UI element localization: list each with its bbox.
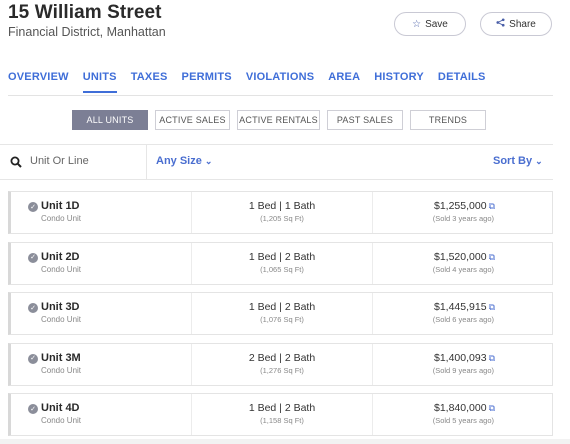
unit-type: Condo Unit xyxy=(41,365,82,375)
external-link-icon[interactable]: ⧉ xyxy=(489,353,495,363)
unit-price-value: $1,520,000 xyxy=(434,250,487,263)
column-divider xyxy=(372,242,373,284)
unit-type: Condo Unit xyxy=(41,416,82,425)
unit-name: Unit 4D xyxy=(41,402,80,414)
star-icon: ☆ xyxy=(412,18,422,30)
unit-beds-baths: 1 Bed | 1 Bath xyxy=(248,200,316,212)
unit-sold-date: (Sold 3 years ago) xyxy=(432,214,494,223)
check-circle-icon: ✓ xyxy=(28,353,38,364)
filter-trends[interactable]: TRENDS xyxy=(410,110,486,130)
filter-past-sales[interactable]: PAST SALES xyxy=(327,110,403,130)
unit-row[interactable]: ✓ Unit 2D Condo Unit 1 Bed | 2 Bath (1,0… xyxy=(8,241,553,285)
unit-row[interactable]: ✓ Unit 1D Condo Unit 1 Bed | 1 Bath (1,2… xyxy=(8,191,553,234)
unit-price: $1,445,915 ⧉ xyxy=(434,301,495,313)
check-circle-icon: ✓ xyxy=(28,202,38,212)
filter-all-units[interactable]: ALL UNITS xyxy=(72,110,148,130)
external-link-icon[interactable]: ⧉ xyxy=(489,252,495,262)
chevron-down-icon: ⌄ xyxy=(204,156,213,166)
filter-active-sales[interactable]: ACTIVE SALES xyxy=(155,110,230,130)
tab-taxes[interactable]: TAXES xyxy=(131,71,168,93)
tab-bar: OVERVIEW UNITS TAXES PERMITS VIOLATIONS … xyxy=(8,71,500,93)
column-divider xyxy=(372,293,373,334)
unit-price: $1,400,093 ⧉ xyxy=(434,352,495,364)
filter-active-rentals[interactable]: ACTIVE RENTALS xyxy=(237,110,320,130)
tab-permits[interactable]: PERMITS xyxy=(182,71,232,93)
tab-details[interactable]: DETAILS xyxy=(438,71,486,93)
unit-price-value: $1,445,915 xyxy=(434,301,487,313)
unit-type: Condo Unit xyxy=(41,264,82,274)
share-icon xyxy=(496,18,505,30)
chevron-down-icon: ⌄ xyxy=(535,156,543,166)
unit-beds-baths: 1 Bed | 2 Bath xyxy=(248,402,316,414)
unit-beds-baths: 2 Bed | 2 Bath xyxy=(248,351,316,364)
unit-sqft: (1,076 Sq Ft) xyxy=(260,315,304,324)
tab-violations[interactable]: VIOLATIONS xyxy=(246,71,314,93)
unit-filter-bar: ALL UNITS ACTIVE SALES ACTIVE RENTALS PA… xyxy=(72,110,486,130)
unit-name: Unit 1D xyxy=(41,200,80,212)
check-circle-icon: ✓ xyxy=(28,404,38,414)
share-button[interactable]: Share xyxy=(480,12,552,36)
column-divider xyxy=(191,394,192,435)
unit-price-value: $1,840,000 xyxy=(434,402,487,414)
size-dropdown-label: Any Size xyxy=(156,155,202,167)
unit-row[interactable]: ✓ Unit 3M Condo Unit 2 Bed | 2 Bath (1,2… xyxy=(8,342,553,386)
column-divider xyxy=(372,394,373,435)
unit-row[interactable]: ✓ Unit 4D Condo Unit 1 Bed | 2 Bath (1,1… xyxy=(8,393,553,436)
tab-overview[interactable]: OVERVIEW xyxy=(8,71,69,93)
column-divider xyxy=(191,293,192,334)
unit-row[interactable]: ✓ Unit 3D Condo Unit 1 Bed | 2 Bath (1,0… xyxy=(8,292,553,335)
size-dropdown[interactable]: Any Size ⌄ xyxy=(156,155,212,167)
check-circle-icon: ✓ xyxy=(28,303,38,313)
unit-price: $1,255,000 ⧉ xyxy=(434,200,495,212)
column-divider xyxy=(372,343,373,385)
page-bottom-shade xyxy=(0,439,570,444)
tabs-divider xyxy=(8,95,553,96)
sort-dropdown[interactable]: Sort By ⌄ xyxy=(493,155,543,167)
unit-beds-baths: 1 Bed | 2 Bath xyxy=(248,250,316,263)
unit-type: Condo Unit xyxy=(41,214,82,223)
tab-units[interactable]: UNITS xyxy=(82,71,117,93)
unit-sqft: (1,158 Sq Ft) xyxy=(260,416,304,425)
unit-sqft: (1,276 Sq Ft) xyxy=(260,365,304,375)
external-link-icon[interactable]: ⧉ xyxy=(489,302,495,312)
unit-search-toolbar: Any Size⌄ Sort By⌄ xyxy=(0,144,553,180)
unit-name: Unit 2D xyxy=(41,250,80,263)
unit-sold-date: (Sold 9 years ago) xyxy=(432,365,494,375)
tab-history[interactable]: HISTORY xyxy=(374,71,424,93)
column-divider xyxy=(372,192,373,233)
unit-search-input[interactable] xyxy=(30,155,140,167)
column-divider xyxy=(191,192,192,233)
toolbar-divider xyxy=(146,145,147,179)
unit-price-value: $1,255,000 xyxy=(434,200,487,212)
save-label: Save xyxy=(425,18,448,30)
check-circle-icon: ✓ xyxy=(28,252,38,263)
sort-dropdown-label: Sort By xyxy=(493,155,533,167)
unit-type: Condo Unit xyxy=(41,315,82,324)
unit-sold-date: (Sold 6 years ago) xyxy=(432,315,494,324)
unit-sqft: (1,065 Sq Ft) xyxy=(260,264,304,274)
external-link-icon[interactable]: ⧉ xyxy=(489,201,495,211)
unit-sold-date: (Sold 5 years ago) xyxy=(432,416,494,425)
external-link-icon[interactable]: ⧉ xyxy=(489,403,495,413)
unit-price: $1,520,000 ⧉ xyxy=(434,251,495,263)
unit-price-value: $1,400,093 xyxy=(434,351,487,364)
page-subtitle: Financial District, Manhattan xyxy=(8,25,166,39)
unit-sqft: (1,205 Sq Ft) xyxy=(260,214,304,223)
save-button[interactable]: ☆ Save xyxy=(394,12,466,36)
share-label: Share xyxy=(509,18,536,30)
page-title: 15 William Street xyxy=(8,2,162,23)
search-icon xyxy=(10,155,22,168)
unit-list: ✓ Unit 1D Condo Unit 1 Bed | 1 Bath (1,2… xyxy=(8,191,553,444)
unit-beds-baths: 1 Bed | 2 Bath xyxy=(248,301,316,313)
unit-sold-date: (Sold 4 years ago) xyxy=(432,264,494,274)
column-divider xyxy=(191,242,192,284)
unit-name: Unit 3M xyxy=(41,351,81,364)
tab-area[interactable]: AREA xyxy=(328,71,360,93)
column-divider xyxy=(191,343,192,385)
unit-price: $1,840,000 ⧉ xyxy=(434,402,495,414)
unit-name: Unit 3D xyxy=(41,301,80,313)
